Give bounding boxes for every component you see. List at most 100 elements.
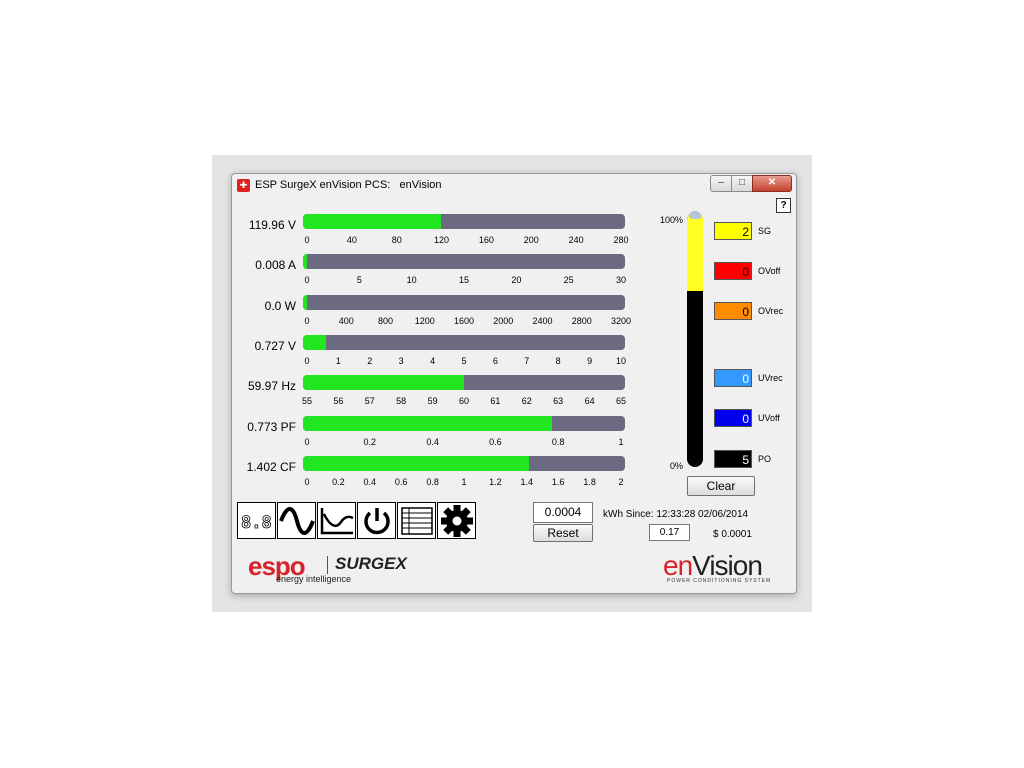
- meter-value: 0.773 PF: [247, 420, 296, 434]
- counter-ovoff-label: OVoff: [758, 266, 781, 276]
- meter-tick-label: 5: [356, 275, 362, 285]
- meter-tick-label: 0.8: [426, 477, 439, 487]
- meter-row: 0.0 W 0 400 800 1200 1600 2000 2400 2800 3200: [232, 295, 652, 335]
- meter-tick-label: 0.6: [394, 477, 408, 487]
- meter-tick-label: 800: [377, 316, 394, 326]
- meter-scale: 0 40 80 120 160 200 240 280: [303, 235, 628, 247]
- meter-tick-label: 56: [333, 396, 344, 406]
- meter-value: 0.0 W: [264, 299, 296, 313]
- meter-tick-label: 0.2: [332, 477, 345, 487]
- kwh-value-field: 0.0004: [533, 502, 593, 523]
- meter-row: 0.008 A 0 5 10 15 20 25 30: [232, 254, 652, 294]
- meter-tick-label: 1200: [414, 316, 435, 326]
- thermometer-cap: [689, 211, 701, 219]
- espo-tagline: energy intelligence: [276, 574, 352, 584]
- meter-tick-label: 0.4: [426, 437, 439, 447]
- view-toolbar: 8.8.8: [237, 502, 477, 539]
- meter-tick-label: 2400: [532, 316, 553, 326]
- reset-button[interactable]: Reset: [533, 524, 593, 542]
- meter-tick-label: 200: [523, 235, 539, 245]
- thermometer-top-label: 100%: [660, 215, 684, 225]
- meter-tick-label: 1.2: [489, 477, 502, 487]
- close-button[interactable]: ✕: [752, 175, 792, 192]
- counter-ovrec-value: 0: [714, 302, 752, 320]
- svg-text:8.8.8: 8.8.8: [241, 513, 274, 532]
- maximize-button[interactable]: □: [731, 175, 753, 192]
- meter-tick-label: 0: [304, 235, 310, 245]
- meter-tick-label: 0: [304, 316, 310, 326]
- meter-tick-label: 10: [406, 275, 417, 285]
- meter-scale: 0 1 2 3 4 5 6 7 8 9 10: [303, 356, 627, 368]
- meter-tick-label: 57: [364, 396, 375, 406]
- counter-ovrec-label: OVrec: [758, 306, 784, 316]
- sine-wave-icon[interactable]: [277, 502, 316, 539]
- meter-row: 119.96 V 0 40 80 120 160 200 240 280: [232, 214, 652, 254]
- meter-tick-label: 30: [615, 275, 627, 285]
- help-button[interactable]: ?: [776, 198, 791, 213]
- meter-tick-label: 80: [391, 235, 402, 245]
- minimize-button[interactable]: –: [710, 175, 732, 192]
- meter-tick-label: 15: [458, 275, 470, 285]
- meter-tick-label: 400: [338, 316, 354, 326]
- meter-tick-label: 0.8: [551, 437, 565, 447]
- meter-tick-label: 0: [304, 477, 310, 487]
- meter-scale: 0 0.2 0.4 0.6 0.8 1: [303, 437, 625, 449]
- meter-tick-label: 10: [615, 356, 627, 366]
- meter-bar: [303, 416, 625, 431]
- meter-tick-label: 7: [524, 356, 530, 366]
- meter-bar: [303, 335, 625, 350]
- meter-bar-fill: [303, 416, 552, 431]
- meter-row: 1.402 CF 0 0.2 0.4 0.6 0.8 1 1.2 1.4 1.6 1.8 2: [232, 456, 652, 496]
- meter-tick-label: 62: [521, 396, 532, 406]
- meter-tick-label: 1: [461, 477, 467, 487]
- meter-tick-label: 61: [490, 396, 501, 406]
- app-window: ✚ ESP SurgeX enVision PCS: enVision – □ …: [231, 173, 797, 594]
- meter-tick-label: 0.4: [363, 477, 377, 487]
- meter-tick-label: 65: [615, 396, 627, 406]
- meter-bar-fill: [303, 335, 327, 350]
- meter-scale: 0 0.2 0.4 0.6 0.8 1 1.2 1.4 1.6 1.8 2: [303, 477, 625, 489]
- list-icon[interactable]: [397, 502, 436, 539]
- meter-value: 0.008 A: [255, 258, 296, 272]
- rate-field[interactable]: 0.17: [649, 524, 690, 541]
- meter-bar: [303, 214, 625, 229]
- counter-po-value: 5: [714, 450, 752, 468]
- meter-tick-label: 55: [301, 396, 313, 406]
- meter-bar-fill: [303, 254, 307, 269]
- counter-ovoff-value: 0: [714, 262, 752, 280]
- meter-bar-fill: [303, 214, 442, 229]
- meter-tick-label: 9: [587, 356, 593, 366]
- clear-button[interactable]: Clear: [687, 476, 755, 496]
- meter-tick-label: 20: [511, 275, 522, 285]
- counter-uvoff-label: UVoff: [758, 413, 780, 423]
- counter-sg-label: SG: [758, 226, 772, 236]
- counter-uvrec-label: UVrec: [758, 373, 783, 383]
- meter-tick-label: 1.8: [583, 477, 596, 487]
- meter-value: 59.97 Hz: [247, 379, 296, 393]
- envision-subtitle: POWER CONDITIONING SYSTEM: [667, 578, 772, 584]
- gear-icon[interactable]: [437, 502, 476, 539]
- counter-uvoff-value: 0: [714, 409, 752, 427]
- meter-tick-label: 1: [335, 356, 341, 366]
- counter-uvrec-value: 0: [714, 369, 752, 387]
- meter-tick-label: 5: [461, 356, 467, 366]
- trend-chart-icon[interactable]: [317, 502, 356, 539]
- meter-bar: [303, 375, 625, 390]
- meter-tick-label: 0: [304, 356, 310, 366]
- meter-tick-label: 1600: [453, 316, 475, 326]
- meter-bar-fill: [303, 456, 529, 471]
- digital-display-icon[interactable]: 8.8.8: [237, 502, 276, 539]
- thermometer-bottom-label: 0%: [670, 461, 684, 471]
- meter-tick-label: 1.4: [520, 477, 534, 487]
- meter-row: 0.727 V 0 1 2 3 4 5 6 7 8 9 10: [232, 335, 652, 375]
- power-icon[interactable]: [357, 502, 396, 539]
- meter-tick-label: 2800: [571, 316, 592, 326]
- meter-tick-label: 25: [563, 275, 574, 285]
- meter-value: 0.727 V: [254, 339, 296, 353]
- kwh-since-label: kWh Since: 12:33:28 02/06/2014: [603, 509, 749, 520]
- meter-bar: [303, 456, 625, 471]
- meter-tick-label: 0: [304, 275, 310, 285]
- meter-value: 1.402 CF: [246, 460, 296, 474]
- meter-tick-label: 6: [492, 356, 498, 366]
- logo-divider: [327, 556, 328, 574]
